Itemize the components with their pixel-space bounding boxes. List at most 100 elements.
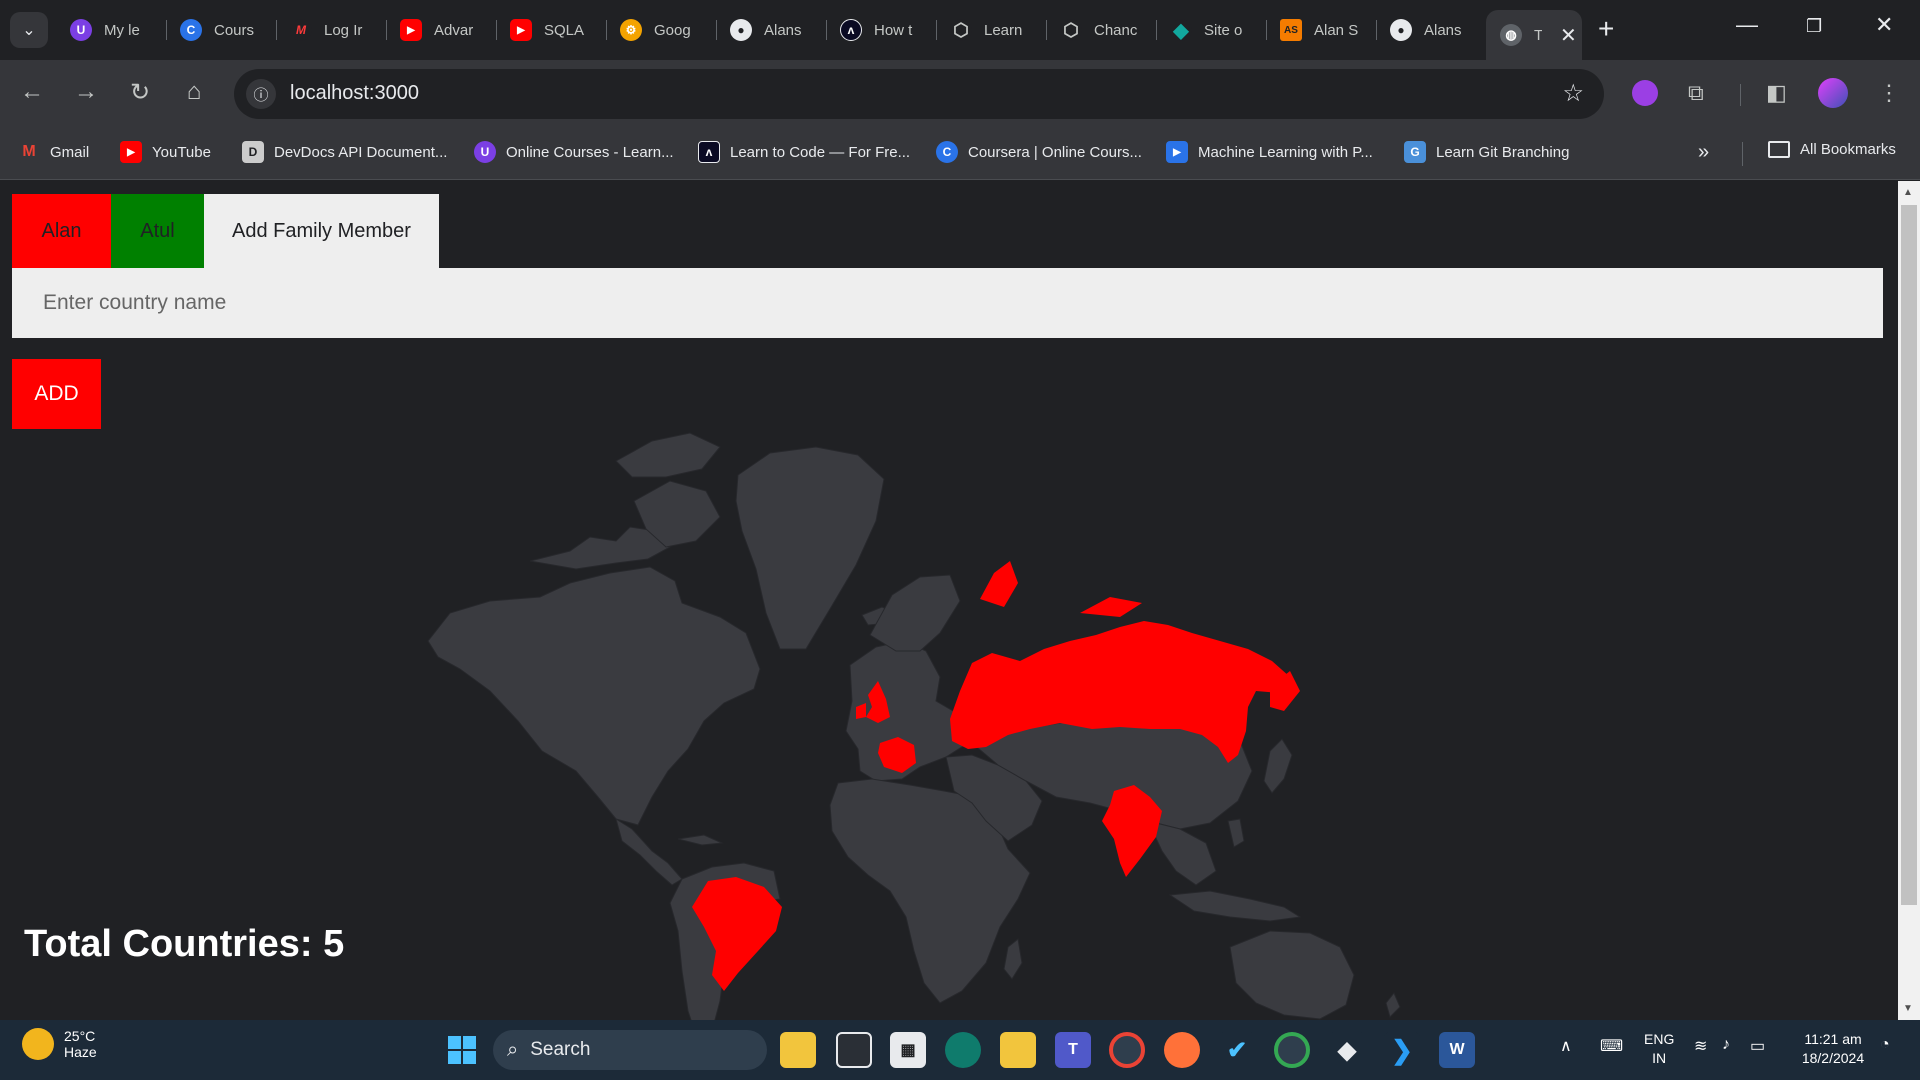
tab-search-button[interactable]: ⌄ xyxy=(10,12,48,48)
tab-9[interactable]: ⬡ Learn xyxy=(936,12,1046,48)
tray-overflow-chevron-icon[interactable]: ∧ xyxy=(1560,1036,1572,1056)
bookmark-label: Learn to Code — For Fre... xyxy=(730,143,911,161)
git-branch-icon: G xyxy=(1404,141,1426,163)
bookmarks-overflow-icon[interactable]: » xyxy=(1698,141,1709,164)
widgets-app-icon[interactable] xyxy=(780,1032,816,1068)
snipping-tool-icon[interactable] xyxy=(836,1032,872,1068)
clock-time: 11:21 am xyxy=(1804,1031,1862,1047)
bookmark-devdocs[interactable]: D DevDocs API Document... xyxy=(242,141,447,163)
tab-title: Goog xyxy=(654,21,691,39)
extension-icon[interactable] xyxy=(1632,80,1658,106)
tab-title: Alan S xyxy=(1314,21,1359,39)
add-country-button[interactable]: ADD xyxy=(12,359,101,429)
active-tab[interactable]: ◍ T ✕ xyxy=(1486,10,1582,60)
tab-title: Alans xyxy=(764,21,802,39)
tab-strip: ⌄ U My le C Cours M Log Ir ▶ Advar ▶ SQLA ⚙ Go… xyxy=(0,0,1920,60)
bookmark-youtube[interactable]: ▶ YouTube xyxy=(120,141,211,163)
clock[interactable]: 11:21 am 18/2/2024 xyxy=(1792,1030,1874,1068)
search-label: Search xyxy=(530,1039,591,1060)
page-scrollbar[interactable]: ▲ ▼ xyxy=(1898,181,1920,1020)
store-icon[interactable]: ▦ xyxy=(890,1032,926,1068)
tab-4[interactable]: ▶ Advar xyxy=(386,12,496,48)
word-icon[interactable]: W xyxy=(1439,1032,1475,1068)
firefox-icon[interactable] xyxy=(1164,1032,1200,1068)
bookmarks-bar: M Gmail ▶ YouTube D DevDocs API Document...… xyxy=(0,128,1920,180)
back-button[interactable]: ← xyxy=(16,78,48,106)
tab-2[interactable]: C Cours xyxy=(166,12,276,48)
windows-start-icon[interactable] xyxy=(444,1032,480,1068)
chrome-active-icon[interactable] xyxy=(1109,1032,1145,1068)
chrome-icon[interactable] xyxy=(1274,1032,1310,1068)
bookmark-ml-course[interactable]: ▶ Machine Learning with P... xyxy=(1166,141,1373,163)
mongodb-icon[interactable]: ◆ xyxy=(1329,1032,1365,1068)
bookmark-star-icon[interactable]: ☆ xyxy=(1562,79,1584,108)
tab-6[interactable]: ⚙ Goog xyxy=(606,12,716,48)
country-madagascar xyxy=(1003,938,1023,980)
forward-button[interactable]: → xyxy=(70,78,102,106)
battery-icon[interactable]: ▭ xyxy=(1750,1036,1765,1056)
extensions-puzzle-icon[interactable]: ⧉ xyxy=(1688,80,1704,106)
edge-icon[interactable] xyxy=(945,1032,981,1068)
tab-11[interactable]: ◆ Site o xyxy=(1156,12,1266,48)
tab-3[interactable]: M Log Ir xyxy=(276,12,386,48)
search-icon: ⌕ xyxy=(507,1038,519,1061)
member-tab-alan[interactable]: Alan xyxy=(12,194,111,268)
country-cuba xyxy=(677,834,724,846)
country-russia-north xyxy=(1080,597,1142,617)
tab-7[interactable]: ● Alans xyxy=(716,12,826,48)
profile-avatar[interactable] xyxy=(1818,78,1848,108)
bookmark-label: Online Courses - Learn... xyxy=(506,143,674,161)
bookmark-freecodecamp[interactable]: ʌ Learn to Code — For Fre... xyxy=(698,141,910,163)
file-explorer-icon[interactable] xyxy=(1000,1032,1036,1068)
address-text[interactable]: localhost:3000 xyxy=(290,82,419,105)
reload-button[interactable]: ↻ xyxy=(124,78,156,107)
minimize-button[interactable]: — xyxy=(1736,12,1758,38)
all-bookmarks[interactable]: All Bookmarks xyxy=(1768,141,1896,158)
tab-favicon: ʌ xyxy=(840,19,862,41)
home-button[interactable]: ⌂ xyxy=(178,78,210,106)
bookmark-coursera[interactable]: C Coursera | Online Cours... xyxy=(936,141,1142,163)
close-tab-icon[interactable]: ✕ xyxy=(1560,23,1577,48)
restore-button[interactable]: ❐ xyxy=(1806,16,1822,37)
tab-5[interactable]: ▶ SQLA xyxy=(496,12,606,48)
new-tab-button[interactable]: + xyxy=(1598,14,1614,44)
volume-icon[interactable]: ♪ xyxy=(1722,1036,1730,1054)
bookmark-gmail[interactable]: M Gmail xyxy=(18,141,89,163)
menu-kebab-icon[interactable]: ⋮ xyxy=(1878,80,1900,106)
globe-icon: ◍ xyxy=(1500,24,1522,46)
tab-10[interactable]: ⬡ Chanc xyxy=(1046,12,1156,48)
scroll-up-arrow-icon[interactable]: ▲ xyxy=(1903,187,1913,198)
taskbar-search[interactable]: ⌕ Search xyxy=(493,1030,767,1070)
address-bar[interactable]: ⓘ localhost:3000 ☆ xyxy=(234,69,1604,119)
scrollbar-thumb[interactable] xyxy=(1901,205,1917,905)
teams-icon[interactable]: T xyxy=(1055,1032,1091,1068)
scroll-down-arrow-icon[interactable]: ▼ xyxy=(1903,1003,1913,1014)
site-info-icon[interactable]: ⓘ xyxy=(246,79,276,109)
bookmark-learn-git[interactable]: G Learn Git Branching xyxy=(1404,141,1569,163)
country-new-zealand xyxy=(1385,992,1401,1018)
weather-widget[interactable]: 25°C Haze xyxy=(22,1028,97,1060)
language-indicator[interactable]: ENG IN xyxy=(1644,1030,1674,1068)
bookmark-label: Coursera | Online Cours... xyxy=(968,143,1142,161)
member-tab-atul[interactable]: Atul xyxy=(111,194,204,268)
close-window-button[interactable]: ✕ xyxy=(1875,12,1893,38)
keyboard-icon[interactable]: ⌨ xyxy=(1600,1036,1623,1056)
vscode-icon[interactable]: ❯ xyxy=(1384,1032,1420,1068)
country-input[interactable] xyxy=(12,268,1883,338)
tab-1[interactable]: U My le xyxy=(56,12,166,48)
bookmark-udemy[interactable]: U Online Courses - Learn... xyxy=(474,141,674,163)
todo-icon[interactable]: ✔ xyxy=(1219,1032,1255,1068)
add-family-member-button[interactable]: Add Family Member xyxy=(204,194,439,268)
tab-13[interactable]: ● Alans xyxy=(1376,12,1486,48)
country-central-america xyxy=(615,817,683,886)
wifi-icon[interactable]: ≋ xyxy=(1694,1036,1707,1056)
tab-favicon: ▶ xyxy=(400,19,422,41)
page-content: Alan Atul Add Family Member ADD xyxy=(0,181,1898,1020)
side-panel-icon[interactable]: ◧ xyxy=(1766,80,1787,106)
country-scandinavia xyxy=(869,574,961,652)
tab-12[interactable]: AS Alan S xyxy=(1266,12,1376,48)
notification-bell-icon[interactable]: ◔ xyxy=(1880,1036,1890,1054)
tab-title: T xyxy=(1534,26,1542,44)
tab-title: How t xyxy=(874,21,913,39)
tab-8[interactable]: ʌ How t xyxy=(826,12,936,48)
